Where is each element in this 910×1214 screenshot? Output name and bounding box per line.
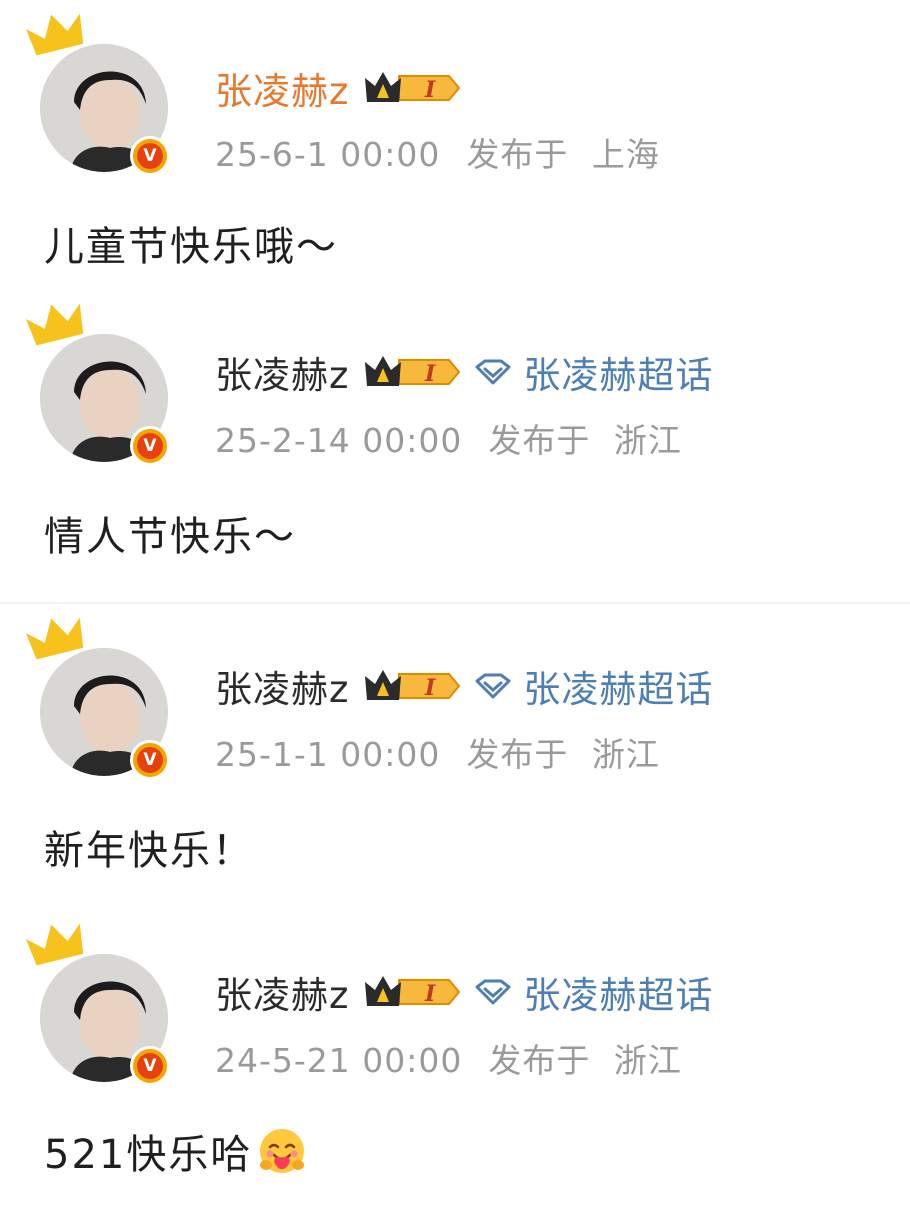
vip-crown-icon[interactable]: I <box>363 68 461 108</box>
post-text: 521快乐哈 <box>44 1132 253 1178</box>
diamond-icon <box>475 359 511 385</box>
post-location: 浙江 <box>591 735 660 774</box>
post-meta: 25-1-1 00:00 发布于 浙江 <box>215 728 660 776</box>
author-name[interactable]: 张凌赫z <box>215 345 349 399</box>
crown-icon <box>26 303 84 346</box>
post-divider <box>0 602 910 604</box>
post-meta: 25-6-1 00:00 发布于 上海 <box>215 128 660 176</box>
topic-name: 张凌赫超话 <box>523 354 714 397</box>
location-prefix: 发布于 <box>466 135 569 174</box>
post-date: 25-1-1 00:00 <box>215 735 441 774</box>
post-date: 25-2-14 00:00 <box>215 421 463 460</box>
author-name[interactable]: 张凌赫z <box>215 61 349 115</box>
topic-name: 张凌赫超话 <box>523 974 714 1017</box>
vip-crown-icon[interactable]: I <box>363 666 461 706</box>
post-location: 浙江 <box>613 421 682 460</box>
verified-icon: V <box>130 136 170 176</box>
svg-text:I: I <box>424 77 436 103</box>
post-date: 24-5-21 00:00 <box>215 1041 463 1080</box>
post-text-row: 521快乐哈 <box>44 1122 308 1180</box>
hug-emoji-icon <box>260 1129 305 1173</box>
verified-icon: V <box>130 740 170 780</box>
verified-icon: V <box>130 1046 170 1086</box>
topic-link[interactable]: 张凌赫超话 <box>475 659 713 713</box>
location-prefix: 发布于 <box>466 735 569 774</box>
location-prefix: 发布于 <box>488 421 591 460</box>
svg-text:I: I <box>424 981 436 1007</box>
author-name[interactable]: 张凌赫z <box>215 965 349 1019</box>
post-text: 情人节快乐～ <box>44 514 296 560</box>
avatar[interactable]: V <box>26 923 180 1088</box>
vip-crown-icon[interactable]: I <box>363 972 461 1012</box>
post-location: 上海 <box>591 135 660 174</box>
avatar[interactable]: V <box>26 303 180 468</box>
location-prefix: 发布于 <box>488 1041 591 1080</box>
avatar[interactable]: V <box>26 13 180 178</box>
avatar[interactable]: V <box>26 617 180 782</box>
post-text: 儿童节快乐哦～ <box>44 224 338 270</box>
crown-icon <box>26 13 84 56</box>
author-name[interactable]: 张凌赫z <box>215 659 349 713</box>
crown-icon <box>26 923 84 966</box>
svg-text:I: I <box>424 361 436 387</box>
svg-text:I: I <box>424 675 436 701</box>
verified-icon: V <box>130 426 170 466</box>
post-meta: 24-5-21 00:00 发布于 浙江 <box>215 1034 682 1082</box>
post-date: 25-6-1 00:00 <box>215 135 441 174</box>
diamond-icon <box>475 979 511 1005</box>
crown-icon <box>26 617 84 660</box>
post-meta: 25-2-14 00:00 发布于 浙江 <box>215 414 682 462</box>
diamond-icon <box>475 673 511 699</box>
topic-link[interactable]: 张凌赫超话 <box>475 345 713 399</box>
vip-crown-icon[interactable]: I <box>363 352 461 392</box>
post-text: 新年快乐！ <box>44 828 254 874</box>
post-location: 浙江 <box>613 1041 682 1080</box>
topic-link[interactable]: 张凌赫超话 <box>475 965 713 1019</box>
topic-name: 张凌赫超话 <box>523 668 714 711</box>
